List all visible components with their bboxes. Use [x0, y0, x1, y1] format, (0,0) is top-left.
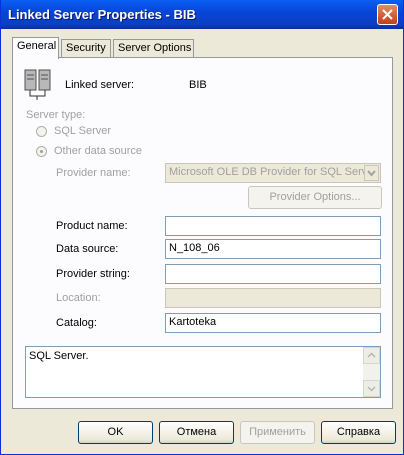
help-button-label: Справка: [336, 426, 381, 438]
title-bar[interactable]: Linked Server Properties - BIB: [1, 0, 403, 29]
location-input[interactable]: [165, 288, 381, 308]
catalog-label: Catalog:: [56, 317, 97, 329]
provider-name-select[interactable]: Microsoft OLE DB Provider for SQL Server: [165, 163, 381, 183]
tab-security[interactable]: Security: [61, 39, 111, 57]
product-name-label: Product name:: [56, 220, 128, 232]
provider-name-value: Microsoft OLE DB Provider for SQL Server: [169, 166, 378, 178]
window-title: Linked Server Properties - BIB: [8, 7, 196, 22]
sql-server-radio[interactable]: [36, 126, 47, 137]
provider-name-label: Provider name:: [56, 167, 131, 179]
chevron-down-icon[interactable]: [364, 165, 379, 181]
provider-options-button[interactable]: Provider Options...: [248, 186, 382, 209]
location-label: Location:: [56, 292, 101, 304]
tab-security-label: Security: [66, 42, 106, 54]
linked-server-label: Linked server:: [65, 79, 135, 91]
description-box[interactable]: SQL Server.: [25, 346, 381, 398]
chevron-down-icon: [367, 386, 376, 392]
tab-general[interactable]: General: [12, 37, 59, 59]
linked-server-value: BIB: [189, 79, 207, 91]
close-icon: [382, 9, 393, 20]
linked-server-icon: [24, 69, 51, 100]
catalog-input[interactable]: Kartoteka: [165, 313, 381, 333]
other-source-option-label: Other data source: [54, 145, 143, 157]
tab-general-label: General: [17, 40, 57, 52]
ok-button[interactable]: OK: [78, 421, 153, 444]
apply-button[interactable]: Применить: [240, 421, 315, 444]
other-source-radio[interactable]: [36, 146, 47, 157]
cancel-button[interactable]: Отмена: [159, 421, 234, 444]
provider-options-button-label: Provider Options...: [269, 191, 361, 203]
dialog-window: Linked Server Properties - BIB General S…: [0, 0, 404, 455]
provider-string-label: Provider string:: [56, 268, 130, 280]
data-source-input[interactable]: N_108_06: [165, 239, 381, 259]
scroll-down-button[interactable]: [363, 380, 380, 397]
cancel-button-label: Отмена: [176, 426, 217, 438]
tab-server-options-label: Server Options: [118, 42, 192, 54]
sql-server-option-label: SQL Server: [54, 125, 112, 137]
data-source-label: Data source:: [56, 243, 119, 255]
scroll-up-button[interactable]: [363, 347, 380, 364]
description-scrollbar[interactable]: [363, 347, 380, 397]
description-text: SQL Server.: [29, 350, 89, 362]
ok-button-label: OK: [107, 426, 124, 438]
close-button[interactable]: [377, 4, 398, 25]
tab-server-options[interactable]: Server Options: [113, 39, 194, 57]
server-type-label: Server type:: [26, 109, 86, 121]
help-button[interactable]: Справка: [321, 421, 396, 444]
chevron-up-icon: [367, 352, 376, 358]
product-name-input[interactable]: [165, 216, 381, 236]
general-panel: Linked server: BIB Server type: SQL Serv…: [12, 57, 393, 409]
provider-string-input[interactable]: [165, 264, 381, 284]
apply-button-label: Применить: [249, 426, 306, 438]
